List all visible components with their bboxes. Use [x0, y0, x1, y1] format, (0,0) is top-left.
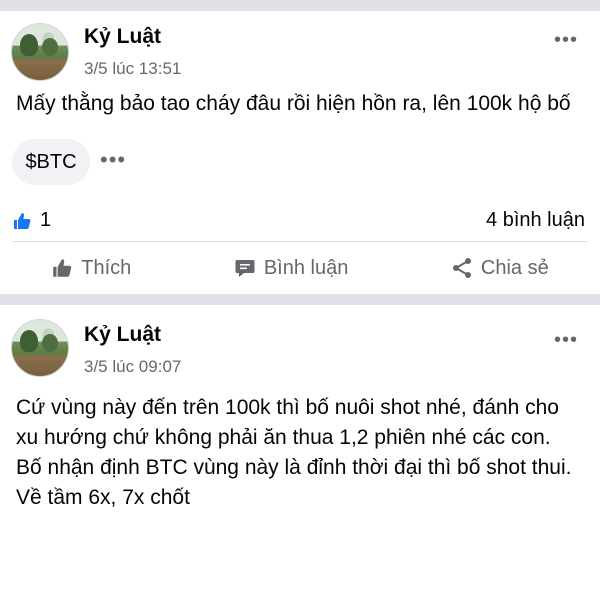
avatar[interactable]	[11, 319, 69, 377]
author-name[interactable]: Kỷ Luật	[84, 323, 161, 347]
comment-button[interactable]: Bình luận	[234, 256, 349, 280]
share-button-label: Chia sẻ	[480, 256, 549, 279]
post-timestamp[interactable]: 3/5 lúc 13:51	[84, 59, 181, 79]
tag-row: $BTC •••	[0, 139, 600, 191]
share-button[interactable]: Chia sẻ	[451, 257, 549, 280]
post-1: Kỷ Luật 3/5 lúc 13:51 ••• Mấy thằng bảo …	[0, 11, 600, 294]
like-button-label: Thích	[81, 256, 132, 279]
comment-button-label: Bình luận	[263, 256, 349, 279]
tag-more-icon[interactable]: •••	[100, 147, 126, 173]
post-text: Mấy thằng bảo tao cháy đâu rồi hiện hồn …	[16, 92, 571, 115]
reactions-bar: 1 4 bình luận	[0, 201, 600, 241]
post-text: Cứ vùng này đến trên 100k thì bố nuôi sh…	[16, 396, 572, 509]
btc-tag-chip[interactable]: $BTC	[12, 139, 90, 185]
post-2: Kỷ Luật 3/5 lúc 09:07 ••• Cứ vùng này đế…	[0, 305, 600, 513]
like-count-value: 1	[40, 209, 52, 231]
feed-separator-top	[0, 0, 600, 11]
more-options-icon[interactable]: •••	[554, 329, 578, 352]
like-count[interactable]: 1	[12, 209, 51, 232]
more-options-icon[interactable]: •••	[554, 29, 578, 52]
share-icon	[451, 257, 473, 279]
post-timestamp[interactable]: 3/5 lúc 09:07	[84, 357, 181, 377]
thumbs-up-reaction-icon	[12, 211, 32, 231]
post-header: Kỷ Luật 3/5 lúc 09:07 •••	[0, 305, 600, 377]
like-button[interactable]: Thích	[51, 257, 131, 280]
post-header: Kỷ Luật 3/5 lúc 13:51 •••	[0, 11, 600, 81]
thumbs-up-icon	[51, 257, 73, 279]
author-name[interactable]: Kỷ Luật	[84, 25, 161, 49]
post-actions: Thích Bình luận Chia sẻ	[0, 242, 600, 294]
comment-count[interactable]: 4 bình luận	[486, 209, 585, 232]
comment-icon	[234, 257, 256, 279]
feed-separator	[0, 294, 600, 305]
avatar[interactable]	[11, 23, 69, 81]
